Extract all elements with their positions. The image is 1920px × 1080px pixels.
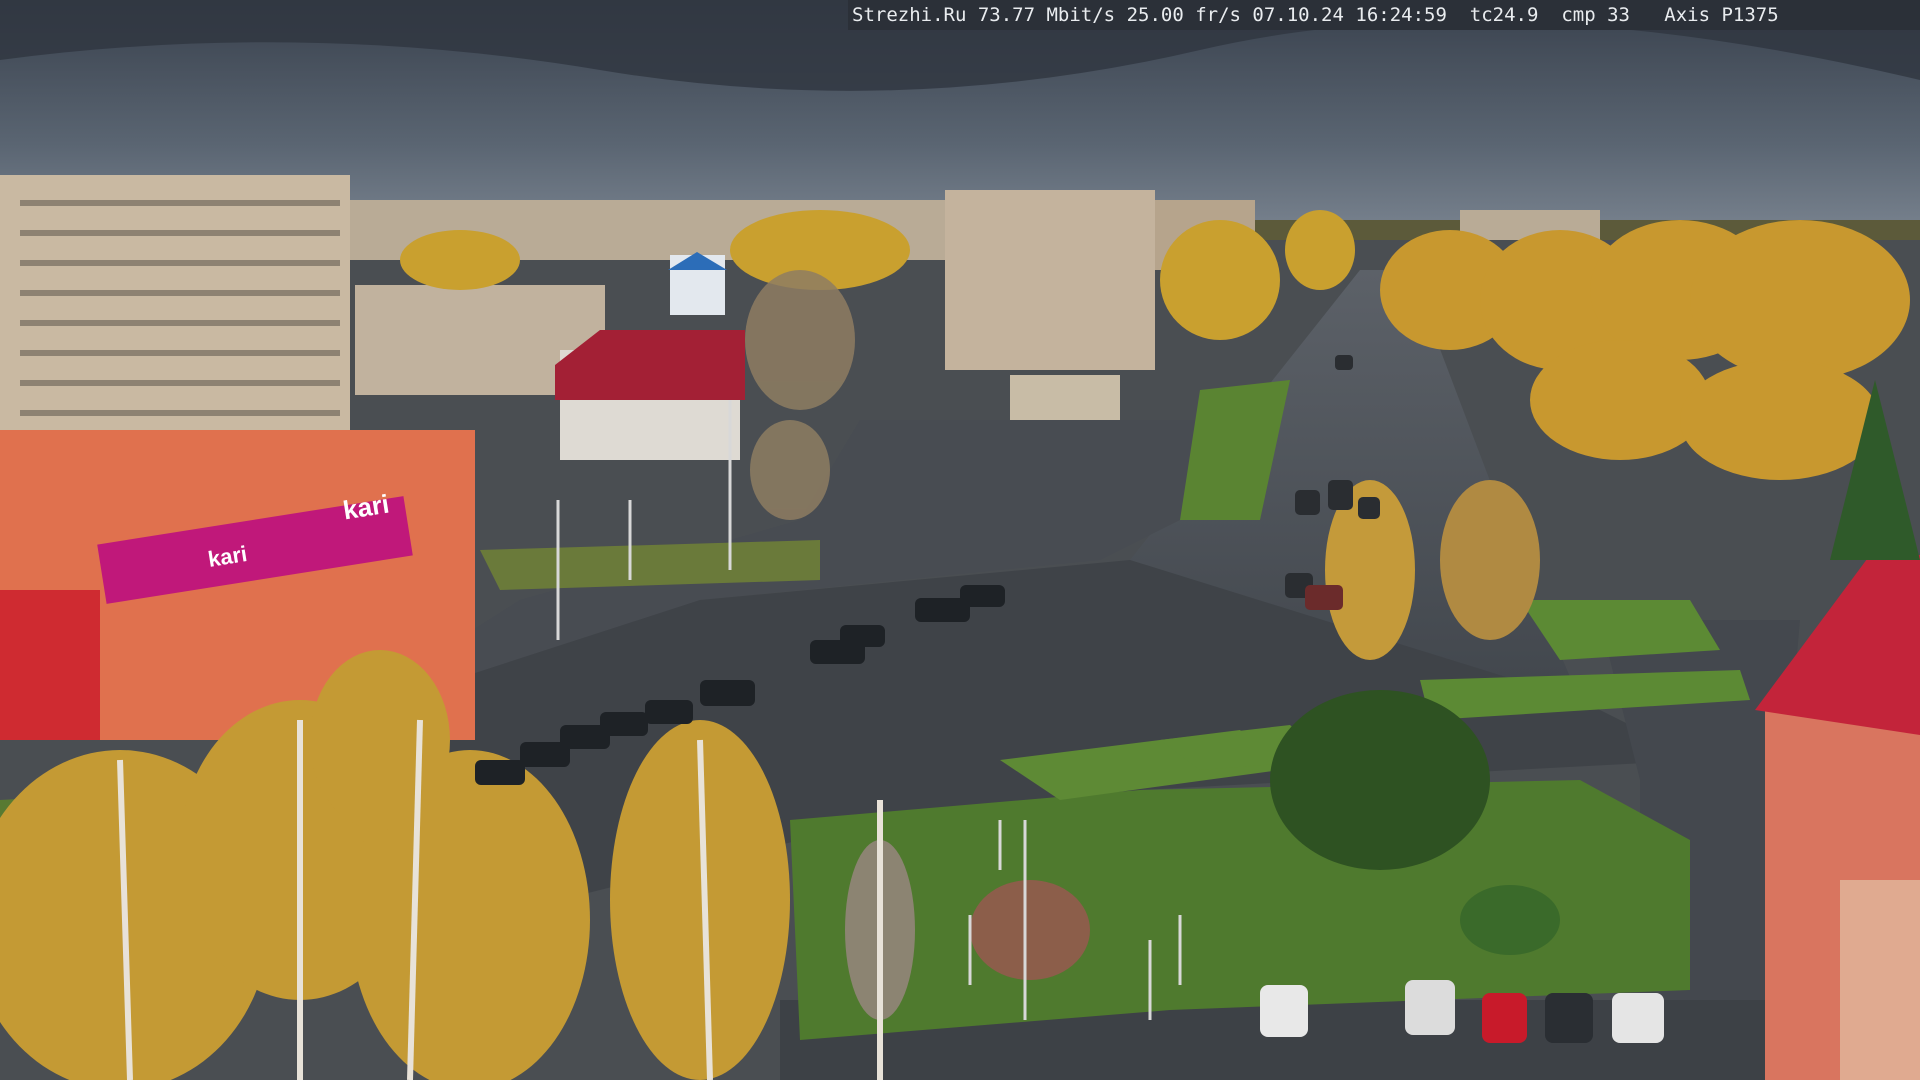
osd-site: Strezhi.Ru xyxy=(852,4,967,26)
building-right-facade xyxy=(1840,880,1920,1080)
osd-date: 07.10.24 xyxy=(1252,4,1344,26)
shrub-lawn xyxy=(970,880,1090,980)
fir-cluster xyxy=(1270,690,1490,870)
shrub-lawn-2 xyxy=(1460,885,1560,955)
osd-temperature: tc24.9 xyxy=(1469,4,1539,26)
webcam-frame: kari kari Strezhi.Ru 73.77 Mbit/s 25.00 … xyxy=(0,0,1920,1080)
osd-bitrate: 73.77 Mbit/s xyxy=(977,4,1116,26)
osd-camera-model: Axis P1375 xyxy=(1664,4,1779,26)
tree-median-2 xyxy=(1440,480,1540,640)
building-small-center xyxy=(1010,375,1120,420)
osd-framerate: 25.00 fr/s xyxy=(1126,4,1241,26)
street-scene xyxy=(0,0,1920,1080)
osd-time: 16:24:59 xyxy=(1355,4,1447,26)
store-red-block xyxy=(0,590,100,740)
building-center-tower xyxy=(945,190,1155,370)
camera-osd-bar: Strezhi.Ru 73.77 Mbit/s 25.00 fr/s 07.10… xyxy=(848,0,1920,30)
osd-compression: cmp 33 xyxy=(1561,4,1630,26)
